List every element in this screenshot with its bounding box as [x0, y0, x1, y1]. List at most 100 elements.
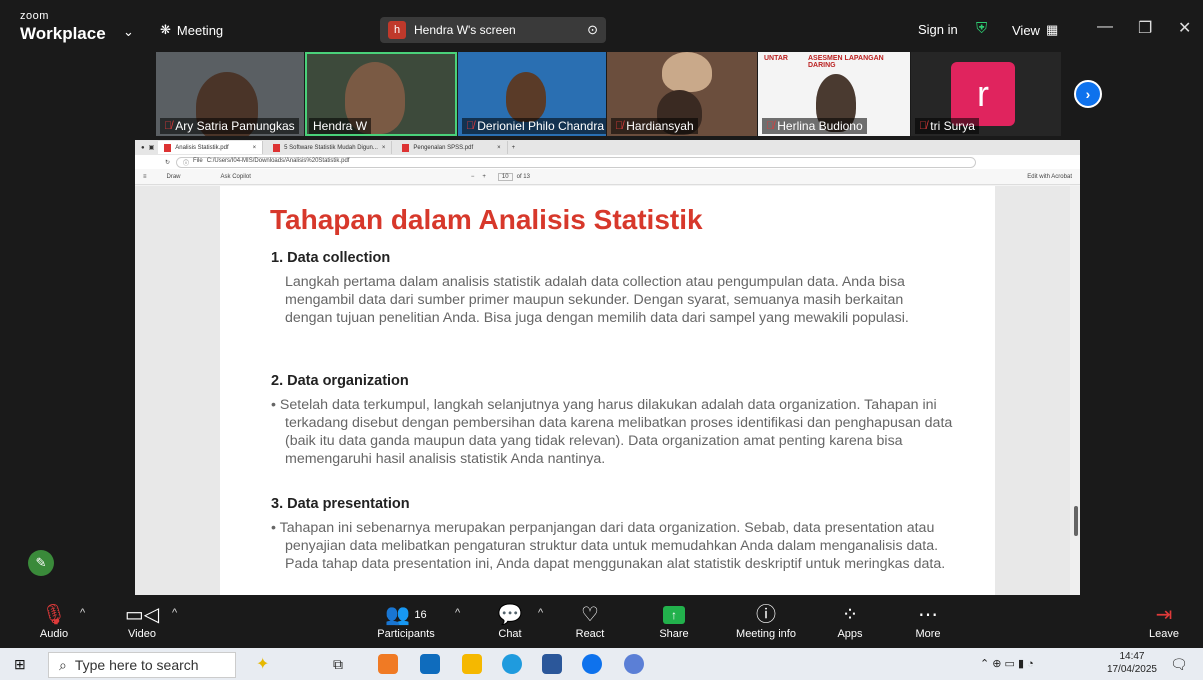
zoom-app-icon[interactable]: [582, 654, 602, 674]
globe-app-icon[interactable]: [624, 654, 644, 674]
new-tab-icon[interactable]: +: [512, 145, 516, 151]
more-button[interactable]: ⋯ More: [912, 595, 944, 647]
taskbar-search-box[interactable]: ⌕ Type here to search: [48, 652, 236, 678]
profile-icon[interactable]: ●: [141, 145, 145, 151]
meeting-label: Meeting: [176, 22, 224, 38]
participant-name: 🎙̸ Herlina Budiono: [762, 118, 867, 134]
shared-screen-browser: ● ▣ Analisis Statistik.pdf × 5 Software S…: [135, 140, 1080, 595]
meeting-menu[interactable]: ❋ Meeting: [160, 22, 223, 38]
chevron-up-icon[interactable]: ^: [538, 607, 543, 619]
ask-copilot-button[interactable]: Ask Copilot: [221, 174, 251, 180]
audio-label: Audio: [39, 628, 69, 640]
pdf-scrollbar[interactable]: [1070, 186, 1080, 595]
outlook-app-icon[interactable]: [420, 654, 440, 674]
copilot-app-icon[interactable]: [378, 654, 398, 674]
share-label: Share: [659, 628, 689, 640]
react-button[interactable]: ♡ React: [572, 595, 608, 647]
sign-in-link[interactable]: Sign in: [918, 22, 958, 37]
video-button[interactable]: ▭◁ Video: [122, 595, 162, 647]
page-number-input[interactable]: 10: [497, 172, 513, 181]
paw-icon: ❋: [160, 22, 171, 37]
tab-pengenalan-spss[interactable]: Pengenalan SPSS.pdf ×: [396, 141, 508, 154]
meeting-controls-bar: 🎙 Audio ^ ▭◁ Video ^ 👥 16 Participants ^ …: [0, 595, 1203, 647]
chevron-up-icon[interactable]: ^: [172, 607, 177, 619]
zoom-out-icon[interactable]: −: [471, 174, 475, 180]
pdf-icon: [273, 143, 281, 152]
pdf-page: Tahapan dalam Analisis Statistik 1. Data…: [220, 186, 995, 595]
notification-icon[interactable]: 🗨: [1170, 656, 1188, 673]
taskbar-clock[interactable]: 14:47 17/04/2025: [1107, 650, 1157, 676]
participant-tile[interactable]: 🎙̸ Hardiansyah: [607, 52, 757, 136]
section-text-data-collection: Langkah pertama dalam analisis statistik…: [285, 274, 909, 326]
shield-check-icon[interactable]: ⛨: [976, 20, 987, 37]
pdf-toolbar: ≡ Draw Ask Copilot − + 10 of 13 Edit wit…: [135, 169, 1080, 185]
mic-muted-icon: 🎙̸: [164, 120, 173, 132]
file-explorer-icon[interactable]: [462, 654, 482, 674]
participants-button[interactable]: 👥 16 Participants: [370, 595, 442, 647]
participant-name: 🎙̸ Derioniel Philo Chandra: [462, 118, 606, 134]
participants-count: 16: [414, 609, 427, 621]
info-icon: ⓘ: [756, 604, 776, 626]
chevron-down-icon[interactable]: ⌄: [123, 24, 134, 40]
participant-tile[interactable]: UNTAR ASESMEN LAPANGAN DARING 🎙̸ Herlina …: [758, 52, 910, 136]
video-camera-icon: ▭◁: [124, 604, 160, 626]
chat-button[interactable]: 💬 Chat: [494, 595, 526, 647]
apps-icon: ⁘: [841, 604, 859, 626]
scrollbar-thumb[interactable]: [1074, 506, 1078, 536]
meeting-info-button[interactable]: ⓘ Meeting info: [730, 595, 802, 647]
windows-taskbar: ⊞ ⌕ Type here to search ✦ ⧉ ⌃ ⊕ ▭ ▮ ◔ 14…: [0, 648, 1203, 680]
participant-tile-active-speaker[interactable]: Hendra W: [305, 52, 457, 136]
draw-tool[interactable]: Draw: [167, 174, 181, 180]
participant-name: 🎙̸ Ary Satria Pamungkas: [160, 118, 299, 134]
view-menu[interactable]: View ▦: [1012, 22, 1058, 38]
close-icon[interactable]: ✕: [1178, 18, 1191, 38]
section-heading-data-collection: 1. Data collection: [271, 250, 391, 266]
chevron-up-icon[interactable]: ^: [455, 607, 460, 619]
tab-actions-icon[interactable]: ▣: [149, 144, 155, 151]
react-label: React: [575, 628, 605, 640]
browser-tab-strip: ● ▣ Analisis Statistik.pdf × 5 Software S…: [135, 140, 1080, 155]
pdf-icon: [164, 143, 172, 152]
pdf-icon: [402, 143, 410, 152]
leave-icon: ⇥: [1155, 604, 1173, 626]
restore-icon[interactable]: ❐: [1138, 18, 1152, 38]
audio-button[interactable]: 🎙 Audio: [36, 595, 72, 647]
avatar: r: [951, 62, 1015, 126]
toc-icon[interactable]: ≡: [143, 174, 147, 180]
apps-label: Apps: [837, 628, 863, 640]
task-view-icon[interactable]: ⧉: [333, 656, 343, 673]
zoom-title-bar: zoom Workplace ⌄ ❋ Meeting h Hendra W's …: [0, 0, 1203, 50]
word-app-icon[interactable]: [542, 654, 562, 674]
share-button[interactable]: ↑ Share: [654, 595, 694, 647]
edge-browser-icon[interactable]: [502, 654, 522, 674]
shared-screen-label: Hendra W's screen: [414, 23, 516, 37]
search-icon: ⌕: [59, 656, 67, 673]
tab-software-statistik[interactable]: 5 Software Statistik Mudah Digun... ×: [267, 141, 393, 154]
chevron-up-icon[interactable]: ^: [80, 607, 85, 619]
participant-name: Hendra W: [309, 118, 372, 134]
clock-time: 14:47: [1119, 651, 1145, 662]
section-heading-data-organization: 2. Data organization: [271, 373, 409, 389]
pdf-viewport[interactable]: Tahapan dalam Analisis Statistik 1. Data…: [135, 186, 1080, 595]
info-icon: ⓘ: [183, 160, 190, 167]
more-options-icon[interactable]: ⊙: [587, 22, 598, 38]
leave-button[interactable]: ⇥ Leave: [1144, 595, 1184, 647]
apps-button[interactable]: ⁘ Apps: [832, 595, 868, 647]
sparkle-icon[interactable]: ✦: [256, 654, 269, 674]
system-tray-icons[interactable]: ⌃ ⊕ ▭ ▮ ◔: [980, 657, 1034, 670]
participant-tile[interactable]: r 🎙̸ tri Surya: [911, 52, 1061, 136]
pencil-icon[interactable]: ✎: [28, 550, 54, 576]
windows-start-icon[interactable]: ⊞: [14, 656, 26, 673]
next-page-arrow-icon[interactable]: ›: [1074, 80, 1102, 108]
participant-tile[interactable]: 🎙̸ Ary Satria Pamungkas: [156, 52, 304, 136]
share-arrow-icon: ↑: [663, 606, 685, 624]
zoom-in-icon[interactable]: +: [482, 174, 486, 180]
refresh-icon[interactable]: ↻: [165, 159, 170, 166]
address-bar[interactable]: ↻ ⓘ File C:/Users/I04-MIS/Downloads/Anal…: [135, 155, 1080, 169]
shared-screen-indicator[interactable]: h Hendra W's screen ⊙: [380, 17, 606, 43]
tab-analisis-statistik[interactable]: Analisis Statistik.pdf ×: [158, 141, 264, 154]
participant-tile[interactable]: 🎙̸ Derioniel Philo Chandra: [458, 52, 606, 136]
minimize-icon[interactable]: —: [1097, 18, 1113, 36]
edit-with-acrobat-button[interactable]: Edit with Acrobat: [1027, 174, 1072, 180]
url-prefix: File: [193, 157, 203, 164]
